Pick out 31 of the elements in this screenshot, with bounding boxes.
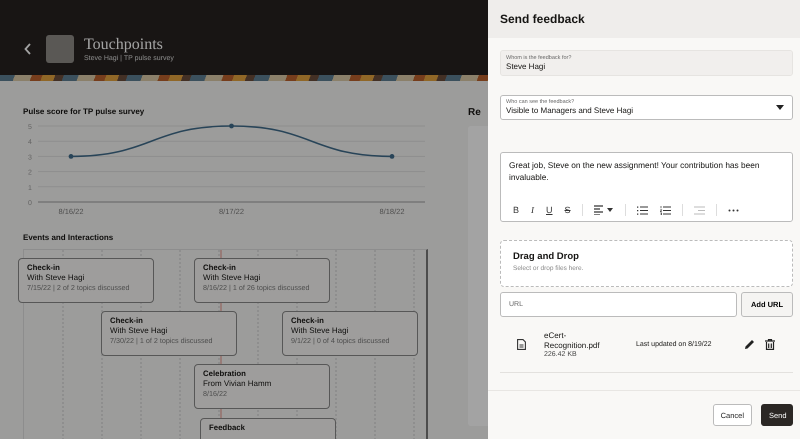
bulleted-list-icon[interactable]	[636, 206, 648, 214]
event-person: With Steve Hagi	[27, 273, 86, 283]
data-point	[68, 154, 74, 159]
bold-button[interactable]: B	[509, 203, 524, 217]
chart-title: Pulse score for TP pulse survey	[23, 107, 146, 116]
section-title: Re	[468, 107, 482, 118]
message-text: Great job, Steve on the new assignment! Your contribution has been invaluable.	[509, 159, 760, 183]
message-editor[interactable]: Great job, Steve on the new assignment! Your contribution has been invaluable. B I U S	[500, 152, 793, 222]
event-person: With Steve Hagi	[110, 326, 168, 336]
dropdown-caret-icon	[776, 105, 784, 110]
underline-button[interactable]: U	[542, 203, 557, 217]
event-person: With Steve Hagi	[291, 326, 350, 336]
page-title: Touchpoints	[84, 36, 164, 54]
delete-icon[interactable]	[765, 339, 775, 350]
numbered-list-icon[interactable]	[660, 206, 671, 214]
more-options-icon[interactable]	[728, 208, 739, 212]
strike-button[interactable]: S	[560, 203, 575, 217]
document-icon	[517, 339, 526, 350]
back-icon[interactable]	[24, 43, 32, 55]
event-person: With Steve Hagi	[203, 273, 262, 283]
drop-zone-title: Drag and Drop	[513, 251, 580, 262]
italic-button[interactable]: I	[527, 203, 538, 217]
data-point	[390, 154, 394, 159]
edit-icon[interactable]	[744, 339, 755, 350]
drawer-title: Send feedback	[500, 12, 585, 26]
file-name[interactable]: eCert-Recognition.pdf	[544, 331, 606, 351]
section-title: Events and Interactions	[23, 233, 114, 242]
event-person: From Vivian Hamm	[203, 379, 272, 389]
avatar-placeholder	[46, 35, 74, 63]
data-point	[229, 124, 234, 128]
text-align-icon[interactable]	[594, 205, 614, 215]
